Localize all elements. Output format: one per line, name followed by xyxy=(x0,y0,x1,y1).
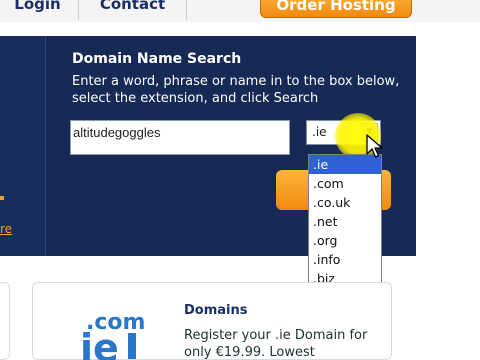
ie-domain-logo: .com ie xyxy=(80,310,145,360)
side-card xyxy=(0,282,10,360)
cursor-arrow-icon xyxy=(366,134,383,158)
selected-extension: .ie xyxy=(312,125,327,139)
option-info[interactable]: .info xyxy=(309,250,381,269)
domain-search-input[interactable]: altitudegoggles xyxy=(70,120,290,155)
option-org[interactable]: .org xyxy=(309,231,381,250)
panel-title: Domain Name Search xyxy=(72,51,242,67)
logo-ie-text: ie xyxy=(80,326,119,360)
option-com[interactable]: .com xyxy=(309,174,381,193)
more-link[interactable]: re xyxy=(0,222,12,236)
extension-dropdown-list[interactable]: .ie .com .co.uk .net .org .info .biz xyxy=(308,154,382,287)
order-hosting-button[interactable]: Order Hosting xyxy=(260,0,412,18)
bullet-icon xyxy=(0,196,4,200)
page-right-margin xyxy=(416,22,480,360)
nav-divider xyxy=(78,0,79,20)
nav-contact-link[interactable]: Contact xyxy=(80,0,185,17)
option-net[interactable]: .net xyxy=(309,212,381,231)
option-co-uk[interactable]: .co.uk xyxy=(309,193,381,212)
nav-login-link[interactable]: Login xyxy=(0,0,75,17)
nav-divider xyxy=(186,0,187,20)
panel-description: Enter a word, phrase or name in to the b… xyxy=(72,74,400,106)
domains-description: Register your .ie Domain for only €19.99… xyxy=(184,328,368,360)
logo-bar xyxy=(128,333,136,359)
domains-title: Domains xyxy=(184,303,248,318)
